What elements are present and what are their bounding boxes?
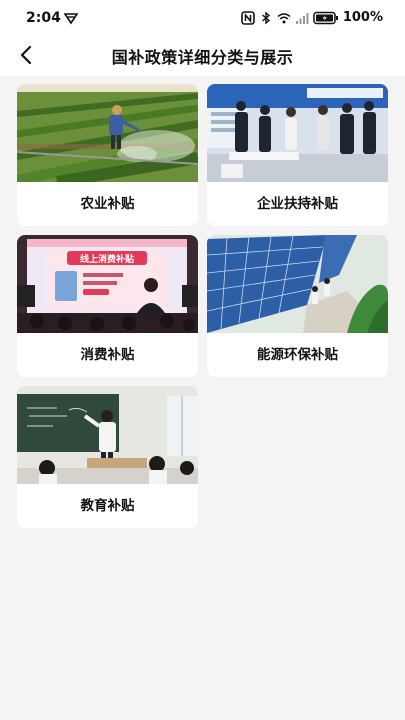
category-card-energy[interactable]: 能源环保补贴	[207, 235, 388, 377]
vpn-icon	[64, 13, 78, 25]
header-bar: 国补政策详细分类与展示	[0, 36, 405, 76]
classroom-photo	[17, 386, 198, 484]
battery-icon	[313, 11, 338, 24]
category-card-consumption[interactable]: 线上消费补贴 消费补贴	[17, 235, 198, 377]
status-time: 2:04	[26, 10, 61, 26]
status-bar: 2:04 100%	[0, 0, 405, 36]
solar-panel-field-photo	[207, 235, 388, 333]
category-label: 农业补贴	[80, 196, 135, 212]
business-expo-photo	[207, 84, 388, 182]
bluetooth-icon	[261, 11, 270, 24]
category-label: 企业扶持补贴	[257, 196, 338, 212]
category-card-education[interactable]: 教育补贴	[17, 386, 198, 528]
category-card-agriculture[interactable]: 农业补贴	[17, 84, 198, 226]
page-title: 国补政策详细分类与展示	[111, 48, 294, 67]
category-card-business[interactable]: 企业扶持补贴	[207, 84, 388, 226]
farm-sprinkler-photo	[17, 84, 198, 182]
battery-percent: 100%	[342, 10, 383, 25]
nfc-icon	[241, 10, 255, 25]
category-label: 教育补贴	[80, 498, 135, 514]
category-label: 能源环保补贴	[257, 347, 338, 363]
promo-title-text: 线上消费补贴	[80, 253, 134, 265]
signal-icon	[295, 12, 309, 24]
wifi-icon	[277, 12, 291, 23]
category-label: 消费补贴	[80, 347, 135, 363]
livestream-promo-photo: 线上消费补贴	[17, 235, 198, 333]
